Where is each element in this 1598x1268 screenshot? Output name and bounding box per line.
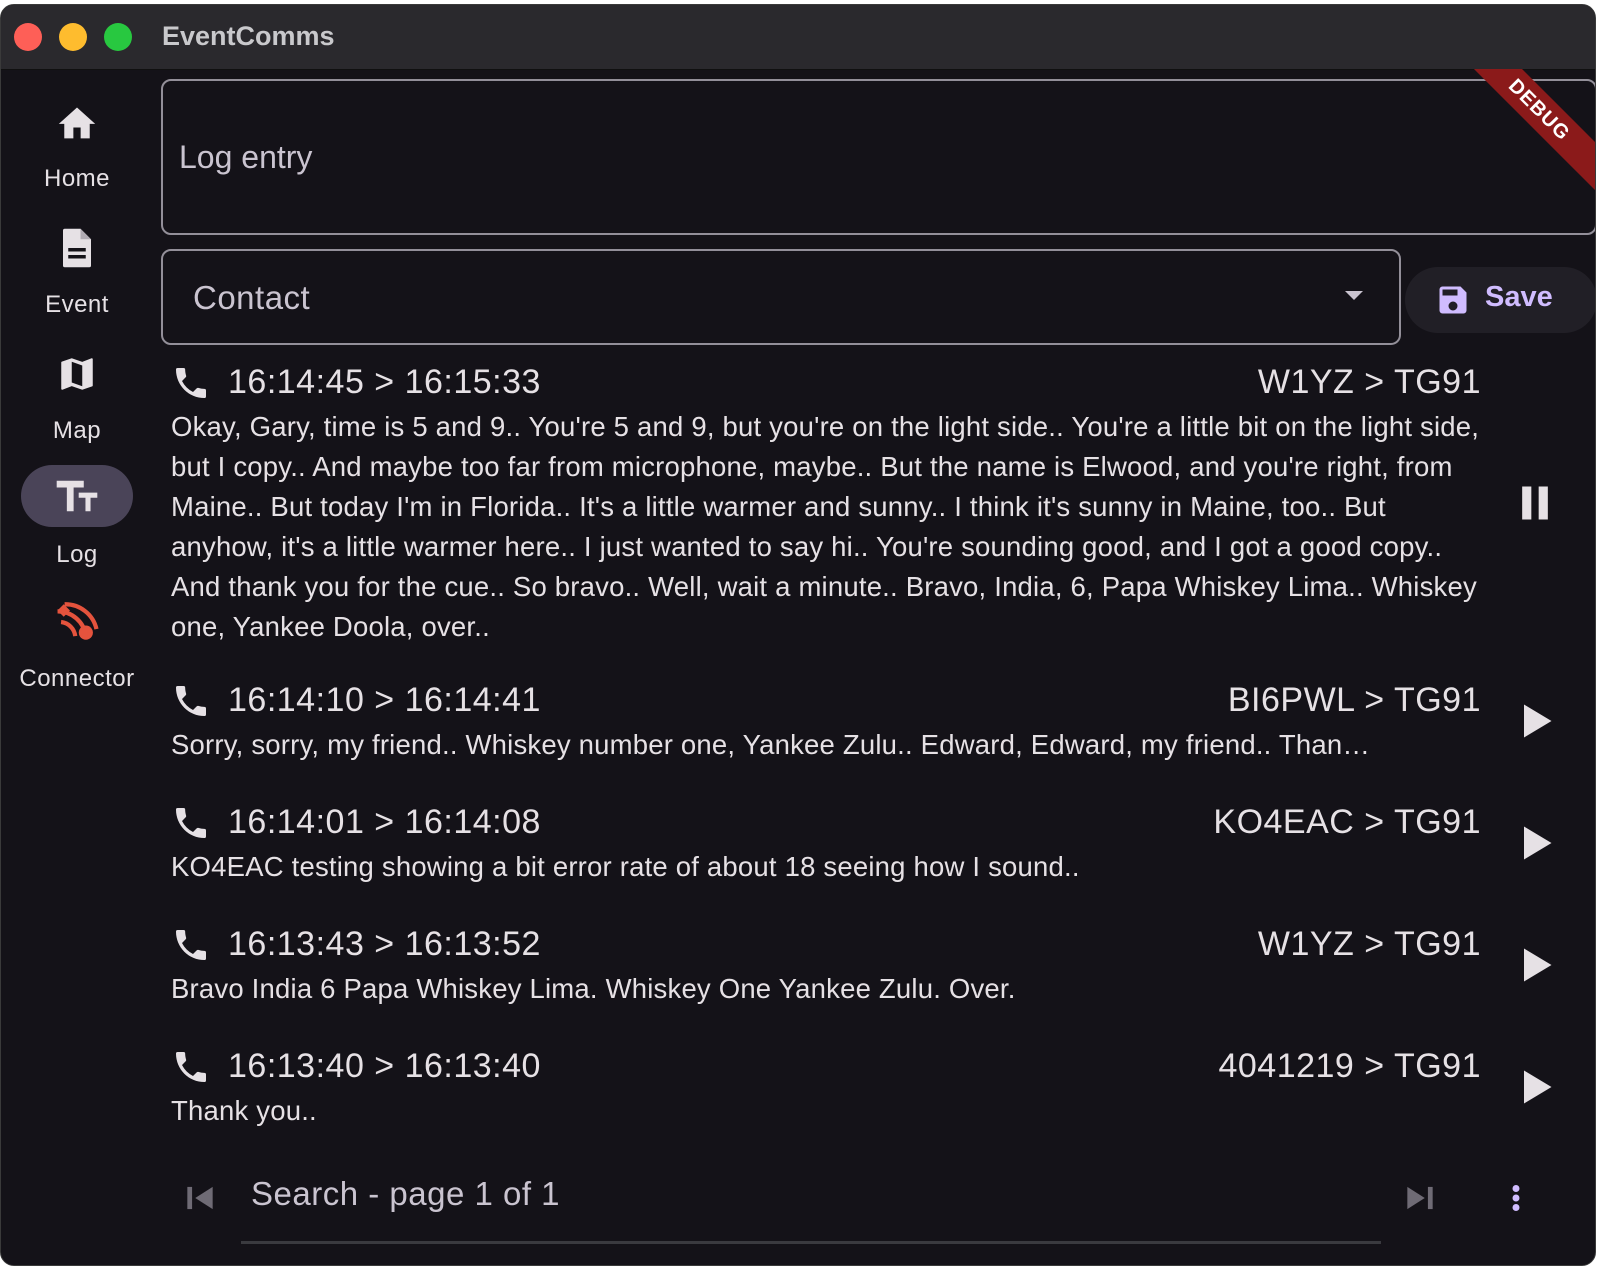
connector-icon: [57, 602, 99, 640]
log-list-item: 16:13:40 > 16:13:40 4041219 > TG91 Thank…: [161, 1045, 1595, 1131]
entry-time-range: 16:13:40 > 16:13:40: [228, 1047, 541, 1085]
nav-label-log: Log: [56, 541, 98, 568]
entry-time-range: 16:14:45 > 16:15:33: [228, 363, 541, 401]
contact-dropdown[interactable]: Contact: [161, 249, 1401, 345]
nav-label-event: Event: [45, 291, 109, 318]
phone-icon: [176, 368, 206, 398]
log-list-item: 16:14:01 > 16:14:08 KO4EAC > TG91 KO4EAC…: [161, 801, 1595, 887]
home-icon: [58, 107, 96, 139]
entry-route: BI6PWL > TG91: [1227, 681, 1481, 719]
last-page-icon[interactable]: [1401, 1179, 1439, 1217]
pause-icon[interactable]: [1513, 481, 1557, 525]
save-icon: [1439, 286, 1467, 314]
minimize-window-button[interactable]: [59, 23, 87, 51]
save-label: Save: [1485, 281, 1553, 313]
entry-transcript: KO4EAC testing showing a bit error rate …: [171, 851, 1080, 882]
phone-icon: [176, 686, 206, 716]
window-title: EventComms: [162, 21, 335, 51]
log-list-item: 16:13:43 > 16:13:52 W1YZ > TG91 Bravo In…: [161, 923, 1595, 1009]
app-window: EventComms Home Event Map Log Connector …: [0, 4, 1596, 1266]
save-button[interactable]: Save: [1405, 267, 1595, 333]
page-indicator: Search - page 1 of 1: [251, 1175, 561, 1212]
document-icon: [63, 228, 91, 268]
entry-time-range: 16:14:10 > 16:14:41: [228, 681, 541, 719]
play-icon[interactable]: [1513, 699, 1557, 743]
play-icon[interactable]: [1513, 943, 1557, 987]
title-bar: EventComms: [1, 5, 1595, 70]
nav-label-connector: Connector: [19, 665, 135, 692]
log-entry-field[interactable]: [161, 79, 1595, 235]
play-icon[interactable]: [1513, 821, 1557, 865]
nav-label-home: Home: [43, 165, 111, 192]
log-entry-input[interactable]: [177, 131, 1481, 183]
debug-banner: DEBUG: [1456, 69, 1595, 193]
pagination-bar: Search - page 1 of 1: [161, 1167, 1595, 1237]
active-indicator: [21, 465, 133, 527]
nav-label-map: Map: [52, 417, 102, 444]
entry-transcript: Thank you..: [171, 1095, 317, 1126]
scrollbar[interactable]: [241, 1241, 1381, 1244]
entry-time-range: 16:14:01 > 16:14:08: [228, 803, 541, 841]
phone-icon: [176, 930, 206, 960]
play-icon[interactable]: [1513, 1065, 1557, 1109]
maximize-window-button[interactable]: [104, 23, 132, 51]
map-icon: [61, 358, 93, 390]
first-page-icon[interactable]: [181, 1179, 219, 1217]
entry-route: W1YZ > TG91: [1257, 363, 1481, 401]
close-window-button[interactable]: [14, 23, 42, 51]
entry-transcript: Bravo India 6 Papa Whiskey Lima. Whiskey…: [171, 973, 1016, 1004]
entry-transcript: Okay, Gary, time is 5 and 9.. You're 5 a…: [171, 411, 1480, 642]
entry-route: KO4EAC > TG91: [1213, 803, 1481, 841]
navigation-rail: Home Event Map Log Connector: [1, 69, 153, 1265]
phone-icon: [176, 808, 206, 838]
dropdown-arrow-icon: [1345, 291, 1363, 300]
entry-transcript: Sorry, sorry, my friend.. Whiskey number…: [171, 729, 1371, 760]
phone-icon: [176, 1052, 206, 1082]
entry-time-range: 16:13:43 > 16:13:52: [228, 925, 541, 963]
entry-route: W1YZ > TG91: [1257, 925, 1481, 963]
more-vert-icon[interactable]: [1501, 1179, 1531, 1217]
contact-label: Contact: [193, 279, 311, 316]
log-list-item: 16:14:45 > 16:15:33 W1YZ > TG91 Okay, Ga…: [161, 361, 1595, 647]
log-list-item: 16:14:10 > 16:14:41 BI6PWL > TG91 Sorry,…: [161, 679, 1595, 765]
text-fields-icon: [56, 480, 98, 512]
entry-route: 4041219 > TG91: [1218, 1047, 1481, 1085]
